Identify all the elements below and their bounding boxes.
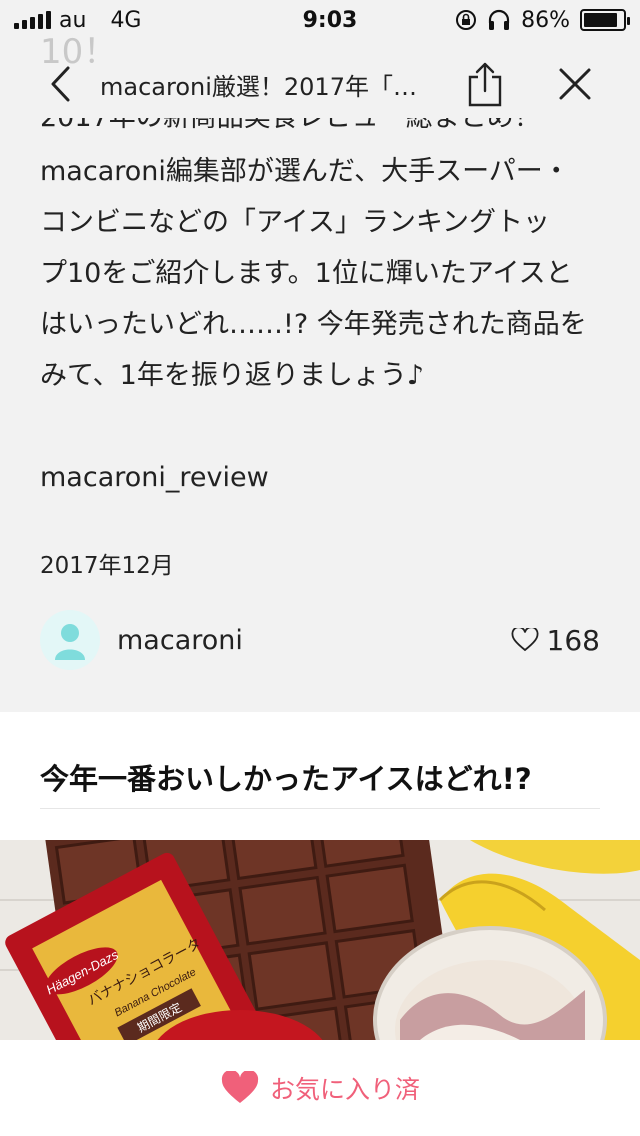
author-row: macaroni 168: [40, 610, 600, 670]
chevron-left-icon: [51, 66, 70, 102]
headphones-icon: [488, 9, 510, 30]
status-bar: au 4G 9:03 86%: [0, 0, 640, 40]
nav-title: macaroni厳選！2017年「…: [100, 72, 417, 101]
back-button[interactable]: [30, 54, 90, 114]
signal-strength-icon: [14, 11, 51, 29]
network-label: 4G: [110, 7, 142, 33]
reviewer-username[interactable]: macaroni_review: [40, 462, 269, 493]
author-name[interactable]: macaroni: [117, 625, 511, 656]
publish-date: 2017年12月: [40, 553, 174, 579]
battery-icon: [580, 9, 630, 31]
carrier-label: au: [59, 7, 87, 33]
like-count-value: 168: [546, 623, 600, 657]
heart-outline-icon: [511, 628, 538, 652]
section-title: 今年一番おいしかったアイスはどれ!?: [40, 762, 532, 796]
description-line: コンビニなどの「アイス」ランキングトッ: [40, 207, 551, 238]
content-section: 今年一番おいしかったアイスはどれ!?: [0, 712, 640, 840]
description-line: macaroni編集部が選んだ、大手スーパー・: [40, 156, 570, 187]
article-description: macaroni編集部が選んだ、大手スーパー・ コンビニなどの「アイス」ランキン…: [40, 146, 610, 401]
description-line: はいったいどれ……!? 今年発売された商品を: [40, 309, 587, 340]
description-line-partial: 2017年の新商品実食レビュー総まとめ！: [40, 118, 610, 144]
description-line: みて、1年を振り返りましょう♪: [40, 360, 425, 391]
rotation-lock-icon: [456, 10, 477, 30]
avatar[interactable]: [40, 610, 100, 670]
close-icon: [559, 68, 591, 100]
nav-bar: macaroni厳選！2017年「…: [0, 52, 640, 116]
favorite-button[interactable]: お気に入り済: [0, 1040, 640, 1136]
heart-filled-icon: [221, 1071, 259, 1103]
battery-percent: 86%: [521, 7, 570, 33]
user-silhouette-icon: [55, 624, 85, 660]
like-count[interactable]: 168: [511, 624, 600, 657]
share-button[interactable]: [460, 54, 510, 114]
close-button[interactable]: [550, 54, 600, 114]
article-photo: Häagen-Dazs バナナショコラータ Banana Chocolate 期…: [0, 840, 640, 1040]
status-time: 9:03: [302, 7, 358, 33]
divider: [40, 808, 600, 809]
share-icon: [468, 62, 502, 107]
favorite-label: お気に入り済: [269, 1075, 420, 1104]
description-line: プ10をご紹介します。1位に輝いたアイスと: [40, 258, 573, 289]
